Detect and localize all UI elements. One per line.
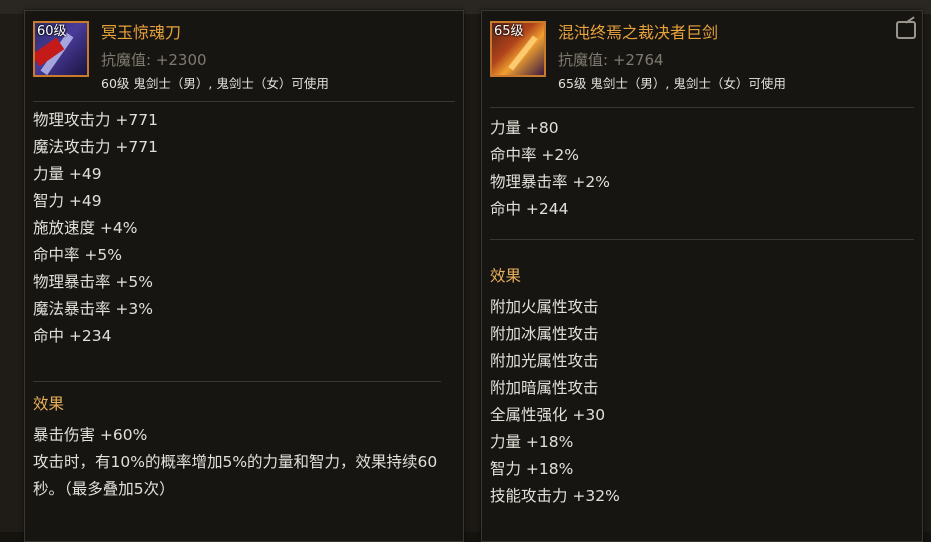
stat-line: 魔法暴击率 +3% [33,300,154,318]
effects-section: 效果 附加火属性攻击 附加冰属性攻击 附加光属性攻击 附加暗属性攻击 全属性强化… [490,263,916,510]
effect-line: 附加火属性攻击 [490,298,599,316]
level-badge: 60级 [37,24,67,39]
item-tooltip-left: 60级 冥玉惊魂刀 抗魔值: +2300 60级 鬼剑士（男）, 鬼剑士（女）可… [24,10,464,542]
magic-resistance: 抗魔值: +2300 [101,51,207,69]
tooltip-header: 65级 混沌终焉之裁决者巨剑 抗魔值: +2764 65级 鬼剑士（男）, 鬼剑… [482,11,922,101]
share-icon[interactable] [896,21,916,39]
effects-section: 效果 暴击伤害 +60% 攻击时，有10%的概率增加5%的力量和智力，效果持续6… [33,391,459,503]
effect-line: 附加光属性攻击 [490,352,599,370]
stat-line: 物理暴击率 +5% [33,273,154,291]
stat-line: 命中 +244 [490,200,569,218]
effect-line: 技能攻击力 +32% [490,487,620,505]
greatsword-icon [508,35,538,71]
item-tooltip-right: 65级 混沌终焉之裁决者巨剑 抗魔值: +2764 65级 鬼剑士（男）, 鬼剑… [481,10,923,542]
effect-line: 附加冰属性攻击 [490,325,599,343]
background-middle-gap [462,14,482,532]
effect-divider [33,381,441,382]
usable-classes: 65级 鬼剑士（男）, 鬼剑士（女）可使用 [558,76,786,91]
effect-divider [490,239,914,240]
level-badge: 65级 [494,24,524,39]
stat-line: 命中率 +5% [33,246,123,264]
header-divider [33,101,455,102]
effect-title: 效果 [33,395,65,413]
usable-classes: 60级 鬼剑士（男）, 鬼剑士（女）可使用 [101,76,329,91]
stat-line: 命中率 +2% [490,146,580,164]
effect-line: 全属性强化 +30 [490,406,606,424]
background-left-panel [0,14,24,532]
weapon-icon: 65级 [490,21,546,77]
stat-line: 力量 +49 [33,165,102,183]
weapon-icon: 60级 [33,21,89,77]
magic-resistance: 抗魔值: +2764 [558,51,664,69]
effect-line: 力量 +18% [490,433,574,451]
stat-line: 智力 +49 [33,192,102,210]
effect-line: 暴击伤害 +60% [33,426,148,444]
stat-line: 魔法攻击力 +771 [33,138,158,156]
item-name: 混沌终焉之裁决者巨剑 [558,23,719,42]
stat-line: 力量 +80 [490,119,559,137]
effect-line: 攻击时，有10%的概率增加5%的力量和智力，效果持续60秒。（最多叠加5次） [33,453,438,498]
stat-line: 物理攻击力 +771 [33,111,158,129]
tooltip-header: 60级 冥玉惊魂刀 抗魔值: +2300 60级 鬼剑士（男）, 鬼剑士（女）可… [25,11,463,101]
stats-list: 物理攻击力 +771 魔法攻击力 +771 力量 +49 智力 +49 施放速度… [33,107,158,350]
header-divider [490,107,914,108]
stat-line: 施放速度 +4% [33,219,138,237]
stat-line: 命中 +234 [33,327,112,345]
stats-list: 力量 +80 命中率 +2% 物理暴击率 +2% 命中 +244 [490,115,610,223]
effect-line: 智力 +18% [490,460,574,478]
effect-line: 附加暗属性攻击 [490,379,599,397]
stat-line: 物理暴击率 +2% [490,173,611,191]
effect-title: 效果 [490,267,522,285]
item-name: 冥玉惊魂刀 [101,23,182,42]
